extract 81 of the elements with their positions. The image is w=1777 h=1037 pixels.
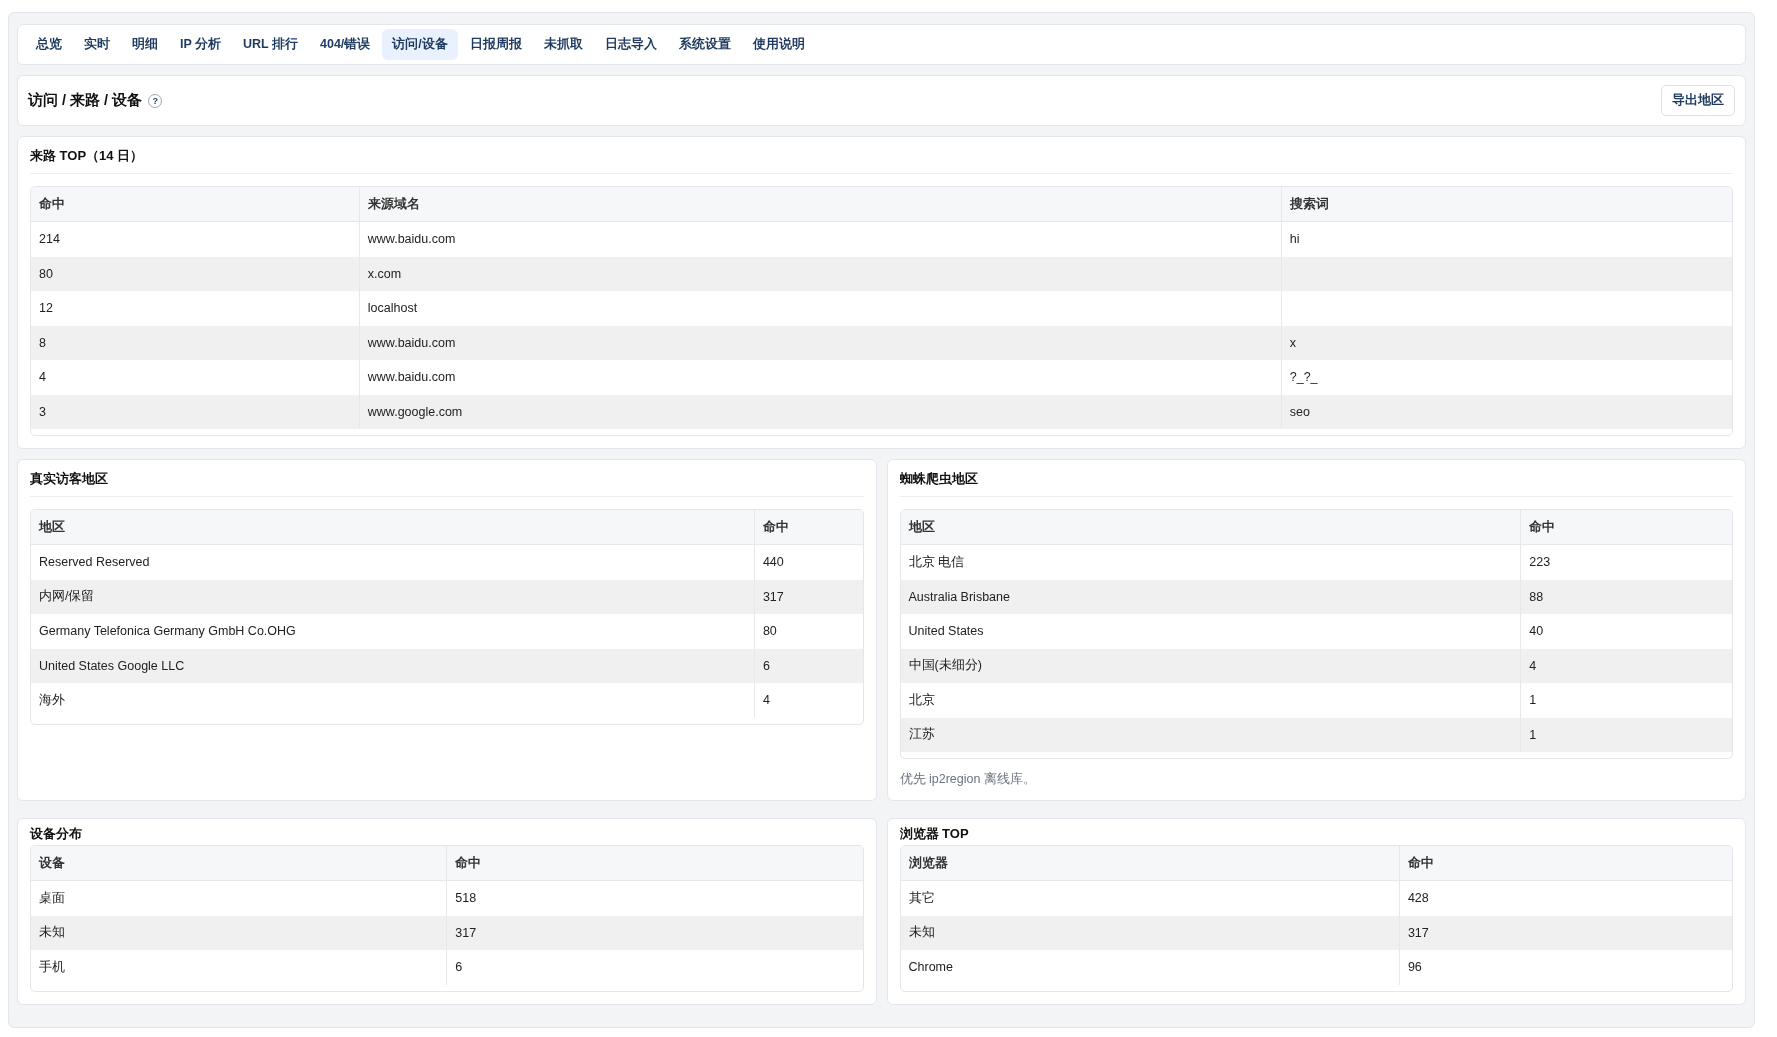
- table-cell: 214: [39, 232, 60, 247]
- table-cell: 317: [762, 589, 784, 604]
- table-cell: seo: [1289, 404, 1310, 419]
- export-button[interactable]: 导出地区: [1661, 85, 1735, 116]
- nav-tab[interactable]: URL 排行: [233, 29, 308, 60]
- table-cell: 12: [39, 301, 53, 316]
- table-cell: 518: [455, 891, 477, 906]
- nav-tab[interactable]: 系统设置: [668, 29, 741, 60]
- column-header: 地区: [900, 510, 1521, 545]
- nav-tab[interactable]: 实时: [74, 29, 120, 60]
- table-cell: Chrome: [908, 960, 953, 975]
- column-header: 地区: [31, 510, 755, 545]
- nav-tab[interactable]: 总览: [26, 29, 72, 60]
- table-cell: United States: [908, 624, 984, 639]
- table-cell: 海外: [39, 692, 65, 707]
- table-cell: 6: [455, 960, 463, 975]
- section-title: 来路 TOP（14 日）: [30, 147, 1733, 174]
- table-cell: United States Google LLC: [39, 658, 185, 673]
- nav-tab[interactable]: 访问/设备: [382, 29, 458, 60]
- nav-tab[interactable]: 404/错误: [310, 29, 381, 60]
- table-cell: 6: [762, 658, 770, 673]
- nav-tab[interactable]: 未抓取: [533, 29, 593, 60]
- section-title: 设备分布: [30, 825, 83, 843]
- table-cell: 440: [762, 555, 784, 570]
- table-cell: Australia Brisbane: [908, 589, 1010, 604]
- column-header: 搜索词: [1281, 187, 1732, 222]
- table-cell: 223: [1529, 555, 1551, 570]
- column-header: 设备: [31, 846, 447, 881]
- table-cell: 北京 电信: [908, 554, 964, 569]
- column-header: 命中: [446, 846, 863, 881]
- table-cell: 内网/保留: [39, 589, 95, 604]
- table-cell: 4: [1529, 658, 1537, 673]
- table-cell: 96: [1407, 960, 1422, 975]
- column-header: 命中: [754, 510, 863, 545]
- nav-tab[interactable]: 日志导入: [594, 29, 667, 60]
- table-cell: 1: [1529, 727, 1537, 742]
- table-cell: 80: [762, 624, 777, 639]
- table-cell: 中国(未细分): [908, 658, 982, 673]
- table-cell: www.google.com: [367, 404, 463, 419]
- column-header: 浏览器: [900, 846, 1400, 881]
- table-cell: 其它: [908, 890, 935, 905]
- nav-tab[interactable]: IP 分析: [170, 29, 232, 60]
- table-cell: Germany Telefonica Germany GmbH Co.OHG: [39, 624, 296, 639]
- table-cell: 4: [762, 693, 770, 708]
- nav-tab[interactable]: 日报周报: [459, 29, 532, 60]
- column-header: 来源域名: [359, 187, 1282, 222]
- table-cell: x.com: [367, 266, 402, 281]
- table-cell: hi: [1289, 232, 1300, 247]
- table-cell: www.baidu.com: [367, 335, 456, 350]
- table-cell: 40: [1529, 624, 1544, 639]
- section-title: 浏览器 TOP: [899, 825, 970, 843]
- table-cell: localhost: [367, 301, 418, 316]
- table-cell: www.baidu.com: [367, 232, 456, 247]
- table-cell: 手机: [39, 959, 65, 974]
- table-cell: 317: [1407, 925, 1429, 940]
- section-title: 蜘蛛爬虫地区: [899, 470, 1733, 497]
- page-title: 访问 / 来路 / 设备: [28, 91, 143, 110]
- column-header: 命中: [1399, 846, 1732, 881]
- table-cell: 未知: [39, 925, 65, 940]
- table-cell: 北京: [908, 692, 935, 707]
- column-header: 命中: [1520, 510, 1732, 545]
- table-cell: 80: [39, 266, 53, 281]
- table-cell: 1: [1529, 693, 1537, 708]
- table-cell: 江苏: [908, 727, 935, 742]
- section-title: 真实访客地区: [30, 470, 864, 497]
- table-cell: 317: [455, 925, 477, 940]
- table-cell: www.baidu.com: [367, 370, 456, 385]
- table-cell: x: [1289, 335, 1296, 350]
- table-cell: 8: [39, 335, 46, 350]
- table-cell: 3: [39, 404, 46, 419]
- table-cell: 4: [39, 370, 46, 385]
- table-cell: 未知: [908, 925, 935, 940]
- nav-tab[interactable]: 明细: [122, 29, 168, 60]
- footnote: 优先 ip2region 离线库。: [899, 771, 1037, 788]
- table-cell: 88: [1529, 589, 1544, 604]
- table-cell: 428: [1407, 891, 1429, 906]
- nav-tab[interactable]: 使用说明: [742, 29, 815, 60]
- table-cell: Reserved Reserved: [39, 555, 150, 570]
- table-cell: ?_?_: [1289, 370, 1318, 385]
- column-header: 命中: [31, 187, 360, 222]
- table-cell: 桌面: [39, 890, 65, 905]
